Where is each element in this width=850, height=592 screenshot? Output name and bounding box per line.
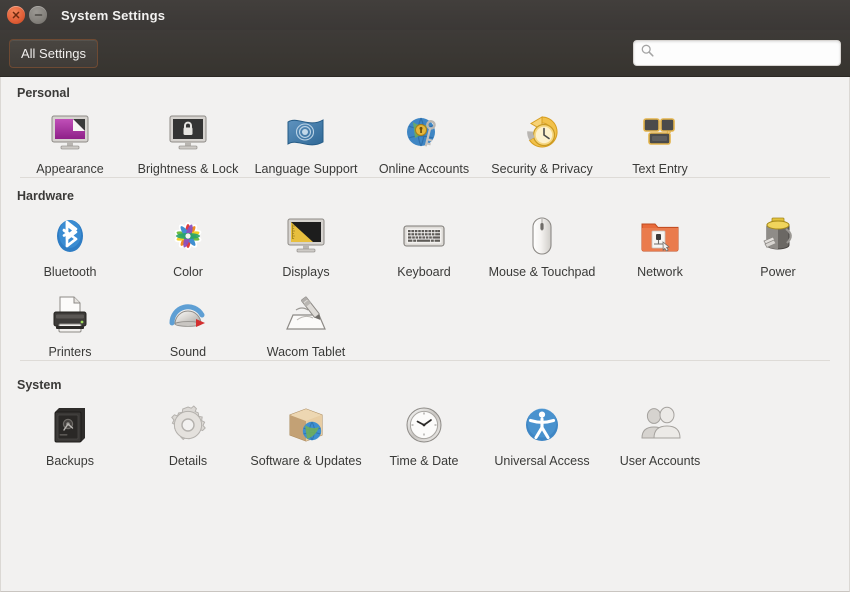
- bluetooth-icon: [46, 212, 94, 260]
- settings-item-label: Printers: [48, 345, 91, 360]
- printers-icon: [46, 292, 94, 340]
- text-entry-icon: [636, 109, 684, 157]
- settings-item-label: Network: [637, 265, 683, 280]
- settings-item-label: Mouse & Touchpad: [489, 265, 596, 280]
- settings-content: Personal: [0, 77, 850, 592]
- section-personal: Personal: [11, 77, 839, 177]
- settings-item-time-date[interactable]: Time & Date: [365, 399, 483, 469]
- settings-item-label: Displays: [282, 265, 329, 280]
- displays-icon: [282, 212, 330, 260]
- settings-item-text-entry[interactable]: Text Entry: [601, 107, 719, 177]
- settings-item-label: Software & Updates: [250, 454, 361, 469]
- settings-item-label: Bluetooth: [44, 265, 97, 280]
- software-updates-icon: [282, 401, 330, 449]
- settings-item-color[interactable]: Color: [129, 210, 247, 280]
- section-system: System Backups: [11, 360, 839, 469]
- settings-item-label: Brightness & Lock: [138, 162, 239, 177]
- section-title-hardware: Hardware: [11, 189, 839, 203]
- section-title-system: System: [11, 378, 839, 392]
- search-icon: [641, 44, 654, 62]
- hardware-grid: Bluetooth: [11, 210, 839, 360]
- settings-item-label: Text Entry: [632, 162, 688, 177]
- settings-item-label: Time & Date: [389, 454, 458, 469]
- settings-item-power[interactable]: Power: [719, 210, 837, 280]
- brightness-lock-icon: [164, 109, 212, 157]
- close-icon[interactable]: [7, 6, 25, 24]
- section-hardware: Hardware Bluetooth: [11, 177, 839, 360]
- settings-item-appearance[interactable]: Appearance: [11, 107, 129, 177]
- settings-item-printers[interactable]: Printers: [11, 290, 129, 360]
- sound-icon: [164, 292, 212, 340]
- keyboard-icon: [400, 212, 448, 260]
- settings-item-sound[interactable]: Sound: [129, 290, 247, 360]
- settings-item-security-privacy[interactable]: Security & Privacy: [483, 107, 601, 177]
- details-icon: [164, 401, 212, 449]
- system-settings-window: System Settings All Settings Personal: [0, 0, 850, 592]
- color-icon: [164, 212, 212, 260]
- universal-access-icon: [518, 401, 566, 449]
- settings-item-keyboard[interactable]: Keyboard: [365, 210, 483, 280]
- system-grid: Backups Details: [11, 399, 839, 469]
- settings-item-displays[interactable]: Displays: [247, 210, 365, 280]
- settings-item-wacom-tablet[interactable]: Wacom Tablet: [247, 290, 365, 360]
- search-input[interactable]: [660, 46, 833, 60]
- settings-item-label: Wacom Tablet: [267, 345, 346, 360]
- settings-item-label: Appearance: [36, 162, 103, 177]
- all-settings-button[interactable]: All Settings: [9, 39, 98, 68]
- settings-item-label: Keyboard: [397, 265, 451, 280]
- settings-item-user-accounts[interactable]: User Accounts: [601, 399, 719, 469]
- settings-item-label: Details: [169, 454, 207, 469]
- time-date-icon: [400, 401, 448, 449]
- settings-item-label: Color: [173, 265, 203, 280]
- settings-item-label: Universal Access: [494, 454, 589, 469]
- settings-item-label: Backups: [46, 454, 94, 469]
- settings-item-label: Language Support: [255, 162, 358, 177]
- online-accounts-icon: [400, 109, 448, 157]
- settings-item-mouse-touchpad[interactable]: Mouse & Touchpad: [483, 210, 601, 280]
- settings-item-backups[interactable]: Backups: [11, 399, 129, 469]
- backups-icon: [46, 401, 94, 449]
- settings-item-details[interactable]: Details: [129, 399, 247, 469]
- mouse-touchpad-icon: [518, 212, 566, 260]
- search-box[interactable]: [633, 40, 841, 66]
- settings-item-label: Sound: [170, 345, 206, 360]
- toolbar: All Settings: [0, 30, 850, 77]
- settings-item-label: Online Accounts: [379, 162, 469, 177]
- personal-grid: Appearance Brightness & Lock: [11, 107, 839, 177]
- all-settings-label: All Settings: [21, 46, 86, 61]
- network-icon: [636, 212, 684, 260]
- titlebar: System Settings: [0, 0, 850, 30]
- settings-item-bluetooth[interactable]: Bluetooth: [11, 210, 129, 280]
- settings-item-label: Security & Privacy: [491, 162, 592, 177]
- section-title-personal: Personal: [11, 86, 839, 100]
- settings-item-network[interactable]: Network: [601, 210, 719, 280]
- window-title: System Settings: [61, 8, 165, 23]
- user-accounts-icon: [636, 401, 684, 449]
- settings-item-universal-access[interactable]: Universal Access: [483, 399, 601, 469]
- settings-item-brightness-lock[interactable]: Brightness & Lock: [129, 107, 247, 177]
- power-icon: [754, 212, 802, 260]
- security-privacy-icon: [518, 109, 566, 157]
- settings-item-software-updates[interactable]: Software & Updates: [247, 399, 365, 469]
- settings-item-label: User Accounts: [620, 454, 701, 469]
- minimize-icon[interactable]: [29, 6, 47, 24]
- settings-item-language-support[interactable]: Language Support: [247, 107, 365, 177]
- appearance-icon: [46, 109, 94, 157]
- settings-item-label: Power: [760, 265, 795, 280]
- settings-item-online-accounts[interactable]: Online Accounts: [365, 107, 483, 177]
- wacom-tablet-icon: [282, 292, 330, 340]
- language-support-icon: [282, 109, 330, 157]
